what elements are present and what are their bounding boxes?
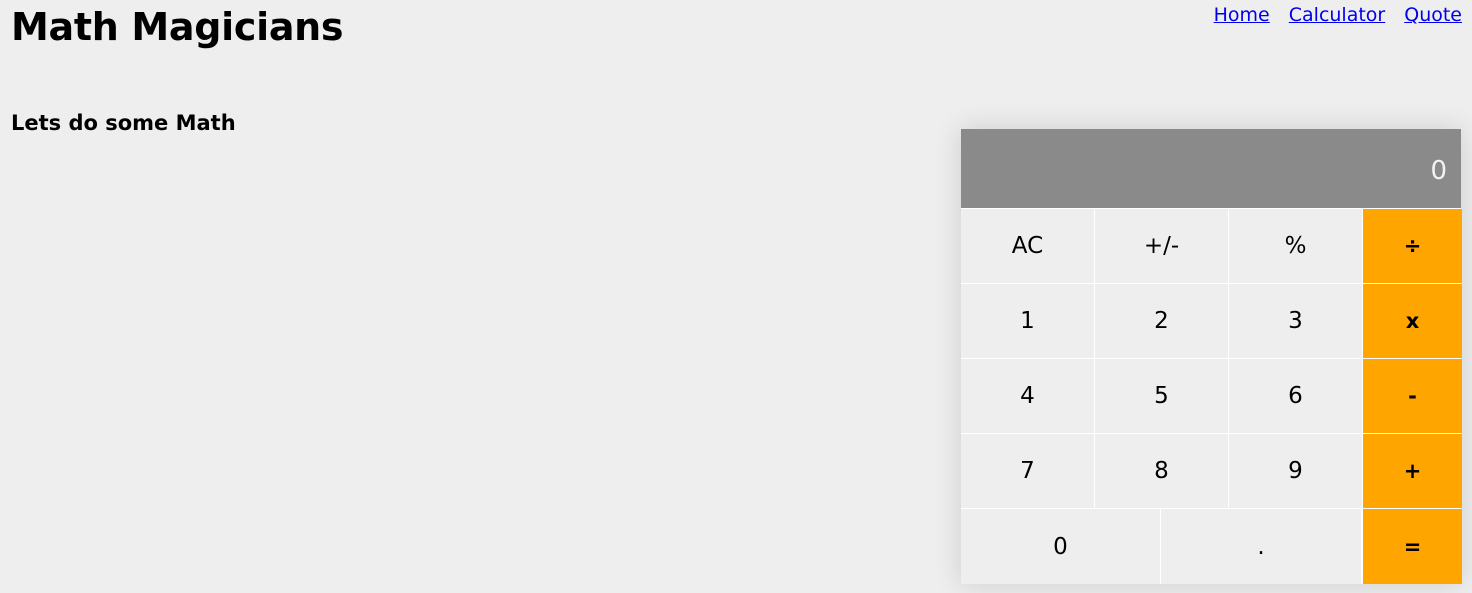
digit-9-button[interactable]: 9 — [1229, 434, 1362, 508]
toggle-sign-button[interactable]: +/- — [1095, 209, 1228, 283]
equals-button[interactable]: = — [1363, 509, 1462, 584]
calculator-keypad: AC +/- % ÷ 1 2 3 x 4 5 6 - 7 8 9 + 0 . = — [961, 209, 1462, 584]
nav-link-calculator[interactable]: Calculator — [1289, 2, 1385, 28]
digit-1-button[interactable]: 1 — [961, 284, 1094, 358]
decimal-button[interactable]: . — [1161, 509, 1361, 584]
digit-6-button[interactable]: 6 — [1229, 359, 1362, 433]
calculator-bottom-row: 0 . — [961, 509, 1362, 584]
digit-2-button[interactable]: 2 — [1095, 284, 1228, 358]
nav-link-home[interactable]: Home — [1214, 2, 1270, 28]
app-title: Math Magicians — [11, 5, 344, 49]
divide-button[interactable]: ÷ — [1363, 209, 1462, 283]
digit-0-button[interactable]: 0 — [961, 509, 1160, 584]
digit-3-button[interactable]: 3 — [1229, 284, 1362, 358]
digit-7-button[interactable]: 7 — [961, 434, 1094, 508]
digit-4-button[interactable]: 4 — [961, 359, 1094, 433]
subtract-button[interactable]: - — [1363, 359, 1462, 433]
calculator: 0 AC +/- % ÷ 1 2 3 x 4 5 6 - 7 8 9 + 0 .… — [961, 129, 1462, 584]
percent-button[interactable]: % — [1229, 209, 1362, 283]
main-nav: Home Calculator Quote — [1214, 2, 1462, 28]
digit-5-button[interactable]: 5 — [1095, 359, 1228, 433]
digit-8-button[interactable]: 8 — [1095, 434, 1228, 508]
add-button[interactable]: + — [1363, 434, 1462, 508]
calculator-display: 0 — [961, 129, 1461, 208]
multiply-button[interactable]: x — [1363, 284, 1462, 358]
nav-link-quote[interactable]: Quote — [1404, 2, 1462, 28]
intro-heading: Lets do some Math — [11, 111, 236, 135]
clear-button[interactable]: AC — [961, 209, 1094, 283]
